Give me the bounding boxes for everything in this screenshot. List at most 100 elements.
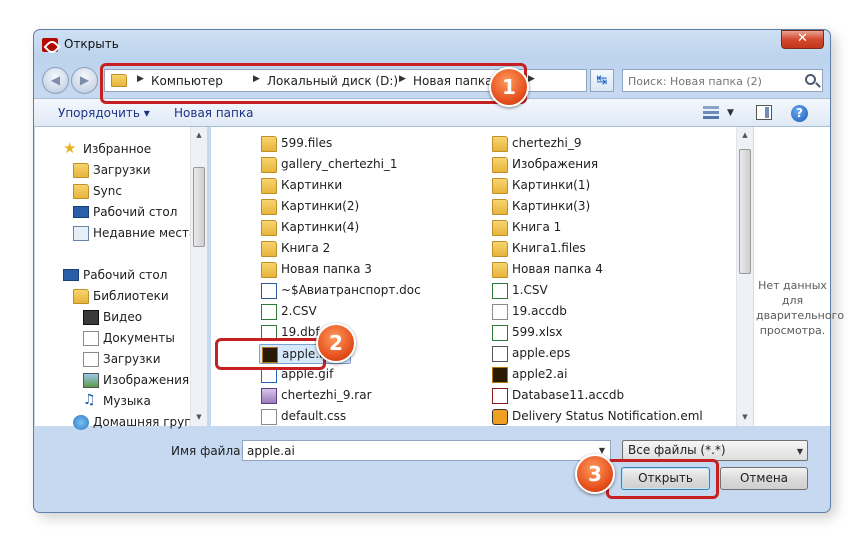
images-icon xyxy=(83,373,99,388)
folder-icon xyxy=(492,157,508,173)
callout-highlight-address xyxy=(100,63,527,104)
word-icon xyxy=(261,283,277,299)
file-name: 599.files xyxy=(281,136,333,150)
downloads-folder-icon xyxy=(73,163,89,178)
folder-icon xyxy=(492,199,508,215)
callout-badge-2: 2 xyxy=(316,323,356,363)
file-name: Картинки(3) xyxy=(512,199,591,213)
file-name: ~$Авиатранспорт.doc xyxy=(281,283,421,297)
acrobat-icon xyxy=(42,38,58,52)
file-name: 2.CSV xyxy=(281,304,317,318)
xls-icon xyxy=(492,283,508,299)
title-bar[interactable]: Открыть ✕ xyxy=(34,30,830,58)
xls-icon xyxy=(492,325,508,341)
file-name: Картинки(2) xyxy=(281,199,360,213)
sync-folder-icon xyxy=(73,184,89,199)
folder-icon xyxy=(492,220,508,236)
file-name: Картинки(1) xyxy=(512,178,591,192)
scroll-thumb[interactable] xyxy=(193,167,205,247)
folder-icon xyxy=(261,220,277,236)
scroll-up-icon[interactable]: ▲ xyxy=(737,127,753,144)
file-name: Delivery Status Notification.eml xyxy=(512,409,703,423)
organize-button[interactable]: Упорядочить ▾ xyxy=(58,106,150,120)
search-input[interactable] xyxy=(628,73,798,89)
scroll-down-icon[interactable]: ▼ xyxy=(737,409,753,426)
new-folder-button[interactable]: Новая папка xyxy=(174,106,253,120)
file-name: gallery_chertezhi_1 xyxy=(281,157,398,171)
accdb-icon xyxy=(492,388,508,404)
folder-icon xyxy=(492,241,508,257)
file-name: 599.xlsx xyxy=(512,325,563,339)
folder-icon xyxy=(261,157,277,173)
folder-icon xyxy=(261,178,277,194)
file-name: apple.eps xyxy=(512,346,571,360)
folder-icon xyxy=(492,178,508,194)
chevron-down-icon: ▼ xyxy=(796,447,803,456)
music-icon: ♫ xyxy=(83,392,96,408)
view-menu-icon[interactable] xyxy=(702,105,720,120)
homegroup-icon xyxy=(73,415,89,430)
arrow-left-icon: ◀ xyxy=(50,73,61,87)
filename-label: Имя файла: xyxy=(171,444,245,458)
filename-input[interactable] xyxy=(242,440,611,461)
file-name: chertezhi_9 xyxy=(512,136,582,150)
eps-icon xyxy=(492,346,508,362)
scroll-down-icon[interactable]: ▼ xyxy=(191,409,207,426)
file-type-select[interactable]: Все файлы (*.*) ▼ xyxy=(622,440,808,461)
file-type-value: Все файлы (*.*) xyxy=(628,443,726,457)
refresh-icon: ↹ xyxy=(596,73,608,88)
file-name: 19.accdb xyxy=(512,304,567,318)
doc-icon xyxy=(261,409,277,425)
close-button[interactable]: ✕ xyxy=(781,30,824,49)
folder-icon xyxy=(261,262,277,278)
file-name: Картинки xyxy=(281,178,343,192)
search-icon[interactable] xyxy=(805,74,816,85)
file-name: Книга 1 xyxy=(512,220,562,234)
chevron-down-icon[interactable]: ▼ xyxy=(727,108,734,118)
rar-icon xyxy=(261,388,277,404)
desktop-icon xyxy=(73,206,89,218)
file-name: Изображения xyxy=(512,157,599,171)
refresh-button[interactable]: ↹ xyxy=(590,69,614,92)
callout-highlight-file xyxy=(215,338,326,370)
window-title: Открыть xyxy=(64,37,119,51)
file-name: default.css xyxy=(281,409,347,423)
folder-icon xyxy=(492,262,508,278)
file-name: Новая папка 4 xyxy=(512,262,603,276)
preview-message: Нет данных для дварительного просмотра. xyxy=(756,279,845,337)
cancel-button[interactable]: Отмена xyxy=(720,467,808,490)
file-list: ▲ ▼ 599.files gallery_chertezhi_1 Картинки… xyxy=(211,127,753,426)
file-name: 1.CSV xyxy=(512,283,548,297)
folder-icon xyxy=(261,136,277,152)
doc-icon xyxy=(492,304,508,320)
video-icon xyxy=(83,310,99,325)
back-button[interactable]: ◀ xyxy=(42,67,69,94)
preview-pane-icon-inner xyxy=(765,107,769,118)
recent-places-icon xyxy=(73,226,89,241)
star-icon: ★ xyxy=(63,139,77,157)
folder-icon xyxy=(261,241,277,257)
help-icon[interactable]: ? xyxy=(791,105,808,122)
chevron-right-icon[interactable]: ▶ xyxy=(528,74,535,84)
forward-button[interactable]: ▶ xyxy=(71,67,98,94)
file-name: Новая папка 3 xyxy=(281,262,372,276)
preview-pane-icon[interactable] xyxy=(756,105,772,120)
folder-icon xyxy=(492,136,508,152)
eml-icon xyxy=(492,409,508,425)
file-name: chertezhi_9.rar xyxy=(281,388,372,402)
search-box[interactable] xyxy=(622,69,823,92)
file-name: Книга 2 xyxy=(281,241,331,255)
file-name: Database11.accdb xyxy=(512,388,625,402)
callout-badge-1: 1 xyxy=(489,67,529,107)
files-scrollbar[interactable]: ▲ ▼ xyxy=(736,127,753,426)
ai-icon xyxy=(492,367,508,383)
scroll-thumb[interactable] xyxy=(739,149,751,274)
folder-icon xyxy=(261,199,277,215)
nav-scrollbar[interactable]: ▲ ▼ xyxy=(190,127,207,426)
desktop-icon xyxy=(63,269,79,281)
callout-highlight-open xyxy=(606,459,719,499)
file-name: Картинки(4) xyxy=(281,220,360,234)
preview-pane: Нет данных для дварительного просмотра. xyxy=(753,127,845,426)
scroll-up-icon[interactable]: ▲ xyxy=(191,127,207,144)
callout-badge-3: 3 xyxy=(575,454,615,494)
